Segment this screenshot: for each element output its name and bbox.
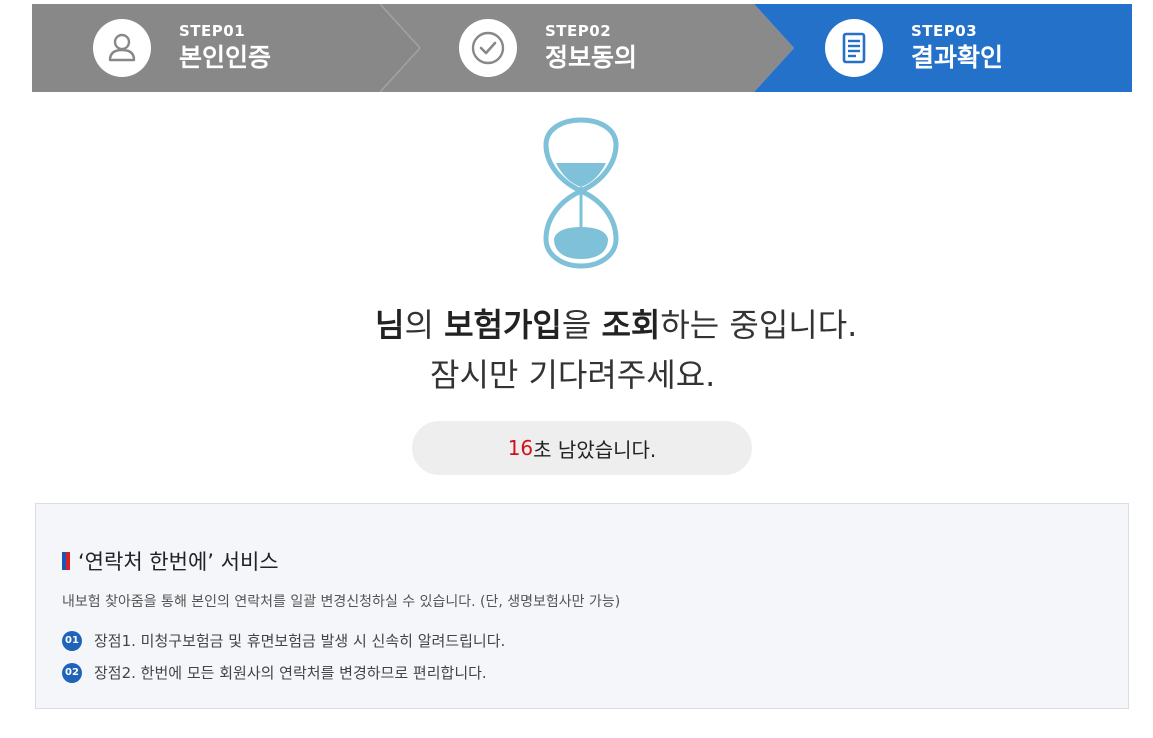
check-circle-icon: [459, 19, 517, 77]
step-1-label: 본인인증: [179, 43, 272, 72]
step-1: STEP01 본인인증: [93, 4, 271, 92]
service-title: ‘연락처 한번에’ 서비스: [62, 546, 279, 576]
step-2-label: 정보동의: [545, 43, 638, 72]
step-1-number: STEP01: [179, 22, 246, 40]
number-badge: 02: [62, 662, 82, 683]
countdown-seconds: 16: [507, 436, 534, 460]
service-info-box: ‘연락처 한번에’ 서비스 내보험 찾아줌을 통해 본인의 연락처를 일괄 변경…: [35, 503, 1129, 709]
service-item-text: 장점1. 미청구보험금 및 휴면보험금 발생 시 신속히 알려드립니다.: [94, 632, 506, 650]
msg-text: 의: [404, 306, 445, 344]
flag-icon: [62, 552, 70, 570]
insurance-keyword: 보험가입: [444, 306, 562, 344]
service-item-text: 장점2. 한번에 모든 회원사의 연락처를 변경하므로 편리합니다.: [94, 664, 487, 682]
service-title-text: ‘연락처 한번에’ 서비스: [78, 550, 279, 574]
step-2: STEP02 정보동의: [459, 4, 637, 92]
service-description: 내보험 찾아줌을 통해 본인의 연락처를 일괄 변경신청하실 수 있습니다. (…: [62, 594, 621, 610]
step-2-number: STEP02: [545, 22, 612, 40]
status-message-line1: 님의 보험가입을 조회하는 중입니다.: [375, 300, 857, 350]
hourglass-icon: [543, 117, 619, 269]
step-progress-bar: STEP01 본인인증 STEP02 정보동의 STEP03 결과확인: [32, 4, 1132, 92]
step-3-label: 결과확인: [911, 43, 1004, 72]
number-badge: 01: [62, 630, 82, 651]
step-3-number: STEP03: [911, 22, 978, 40]
msg-text: 을: [561, 306, 602, 344]
user-name-suffix: 님: [375, 306, 405, 344]
countdown-timer: 16 초 남았습니다.: [412, 421, 752, 475]
service-item-2: 02 장점2. 한번에 모든 회원사의 연락처를 변경하므로 편리합니다.: [62, 662, 487, 683]
document-icon: [825, 19, 883, 77]
lookup-keyword: 조회: [601, 306, 661, 344]
person-icon: [93, 19, 151, 77]
status-message-line2: 잠시만 기다려주세요.: [430, 356, 716, 394]
countdown-suffix: 초 남았습니다.: [533, 437, 657, 462]
msg-text: 하는 중입니다.: [660, 306, 858, 344]
service-item-1: 01 장점1. 미청구보험금 및 휴면보험금 발생 시 신속히 알려드립니다.: [62, 630, 505, 651]
step-3: STEP03 결과확인: [825, 4, 1003, 92]
